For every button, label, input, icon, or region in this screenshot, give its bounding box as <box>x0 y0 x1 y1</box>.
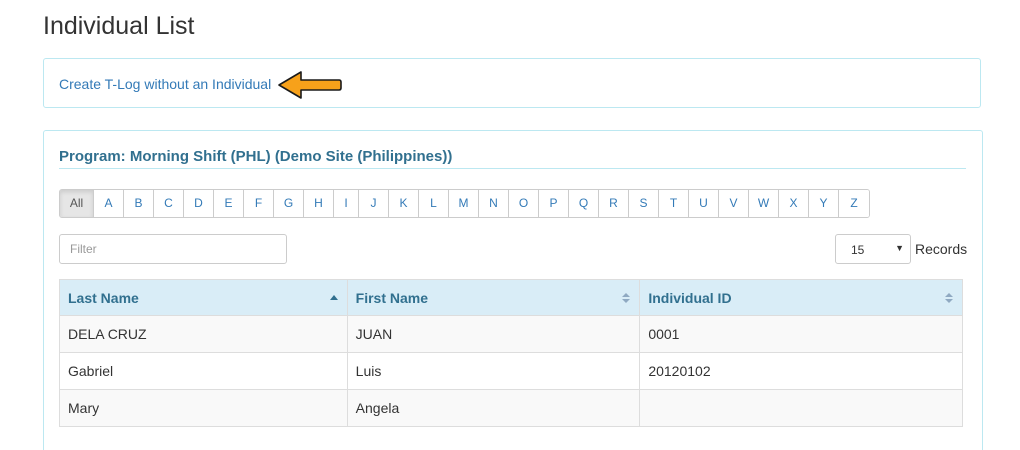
sort-both-icon <box>622 293 631 303</box>
individual-table: Last Name First Name Individual ID DELA … <box>59 279 963 427</box>
column-header-label: First Name <box>355 289 429 306</box>
alphabet-button-l[interactable]: L <box>419 190 449 217</box>
filter-input[interactable] <box>59 234 287 264</box>
sort-asc-icon <box>329 295 338 300</box>
column-header-first-name[interactable]: First Name <box>346 279 641 316</box>
alphabet-filter: All A B C D E F G H I J K L M N O P Q R S T U V W X Y Z <box>59 189 870 218</box>
arrow-left-icon <box>278 71 342 99</box>
table-row[interactable]: Mary Angela <box>59 389 963 427</box>
cell-individual-id: 20120102 <box>639 352 963 390</box>
cell-individual-id: 0001 <box>639 315 963 353</box>
program-divider <box>59 168 966 169</box>
alphabet-button-v[interactable]: V <box>719 190 749 217</box>
alphabet-button-s[interactable]: S <box>629 190 659 217</box>
alphabet-button-u[interactable]: U <box>689 190 719 217</box>
alphabet-button-c[interactable]: C <box>154 190 184 217</box>
alphabet-button-e[interactable]: E <box>214 190 244 217</box>
cell-last-name: Gabriel <box>59 352 348 390</box>
alphabet-button-b[interactable]: B <box>124 190 154 217</box>
alphabet-button-p[interactable]: P <box>539 190 569 217</box>
alphabet-button-w[interactable]: W <box>749 190 779 217</box>
table-header-row: Last Name First Name Individual ID <box>59 279 963 316</box>
tlog-panel: Create T-Log without an Individual <box>43 58 981 108</box>
alphabet-button-all[interactable]: All <box>60 190 94 217</box>
cell-first-name: Angela <box>346 389 641 427</box>
records-selected-value: 15 <box>851 243 865 257</box>
alphabet-button-m[interactable]: M <box>449 190 479 217</box>
column-header-last-name[interactable]: Last Name <box>59 279 348 316</box>
page: Individual List Create T-Log without an … <box>0 0 1020 450</box>
table-row[interactable]: DELA CRUZ JUAN 0001 <box>59 315 963 353</box>
alphabet-button-h[interactable]: H <box>304 190 334 217</box>
cell-last-name: DELA CRUZ <box>59 315 348 353</box>
alphabet-button-o[interactable]: O <box>509 190 539 217</box>
alphabet-button-y[interactable]: Y <box>809 190 839 217</box>
records-label: Records <box>915 241 968 257</box>
column-header-individual-id[interactable]: Individual ID <box>639 279 963 316</box>
cell-last-name: Mary <box>59 389 348 427</box>
column-header-label: Last Name <box>68 289 139 306</box>
alphabet-button-k[interactable]: K <box>389 190 419 217</box>
alphabet-button-i[interactable]: I <box>334 190 359 217</box>
alphabet-button-g[interactable]: G <box>274 190 304 217</box>
alphabet-button-x[interactable]: X <box>779 190 809 217</box>
table-row[interactable]: Gabriel Luis 20120102 <box>59 352 963 390</box>
alphabet-button-n[interactable]: N <box>479 190 509 217</box>
cell-first-name: JUAN <box>346 315 641 353</box>
cell-individual-id <box>639 389 963 427</box>
page-title: Individual List <box>43 12 195 40</box>
alphabet-button-d[interactable]: D <box>184 190 214 217</box>
program-panel: Program: Morning Shift (PHL) (Demo Site … <box>43 130 983 450</box>
create-tlog-link[interactable]: Create T-Log without an Individual <box>59 76 271 92</box>
cell-first-name: Luis <box>346 352 641 390</box>
alphabet-button-a[interactable]: A <box>94 190 124 217</box>
column-header-label: Individual ID <box>648 289 732 306</box>
alphabet-button-r[interactable]: R <box>599 190 629 217</box>
alphabet-button-f[interactable]: F <box>244 190 274 217</box>
sort-both-icon <box>945 293 953 303</box>
alphabet-button-q[interactable]: Q <box>569 190 599 217</box>
alphabet-button-t[interactable]: T <box>659 190 689 217</box>
alphabet-button-j[interactable]: J <box>359 190 389 217</box>
alphabet-button-z[interactable]: Z <box>839 190 869 217</box>
records-per-page-select[interactable]: 15 ▼ <box>835 234 911 264</box>
caret-down-icon: ▼ <box>895 243 904 253</box>
program-title: Program: Morning Shift (PHL) (Demo Site … <box>59 148 453 165</box>
